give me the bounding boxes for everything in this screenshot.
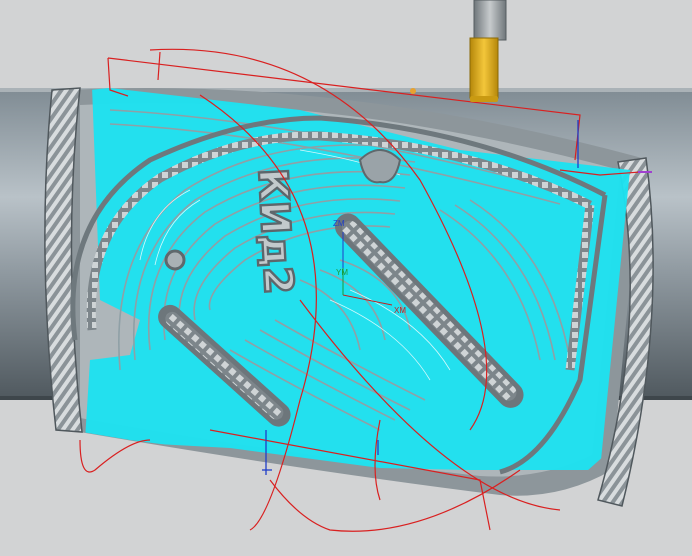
cam-3d-viewport[interactable]: КИд2 ZM XM YM [0,0,692,556]
toolpath-scene[interactable]: КИд2 ZM XM YM [0,0,692,556]
axis-y-label: YM [336,268,348,277]
top-tab [358,149,402,184]
engraved-logo: КИд2 [248,166,303,297]
svg-text:КИд2: КИд2 [249,167,302,296]
axis-z-label: ZM [333,219,345,228]
mount-boss [164,249,186,271]
cutting-tool[interactable] [469,0,507,102]
link-node [410,88,416,94]
axis-x-label: XM [394,306,406,315]
